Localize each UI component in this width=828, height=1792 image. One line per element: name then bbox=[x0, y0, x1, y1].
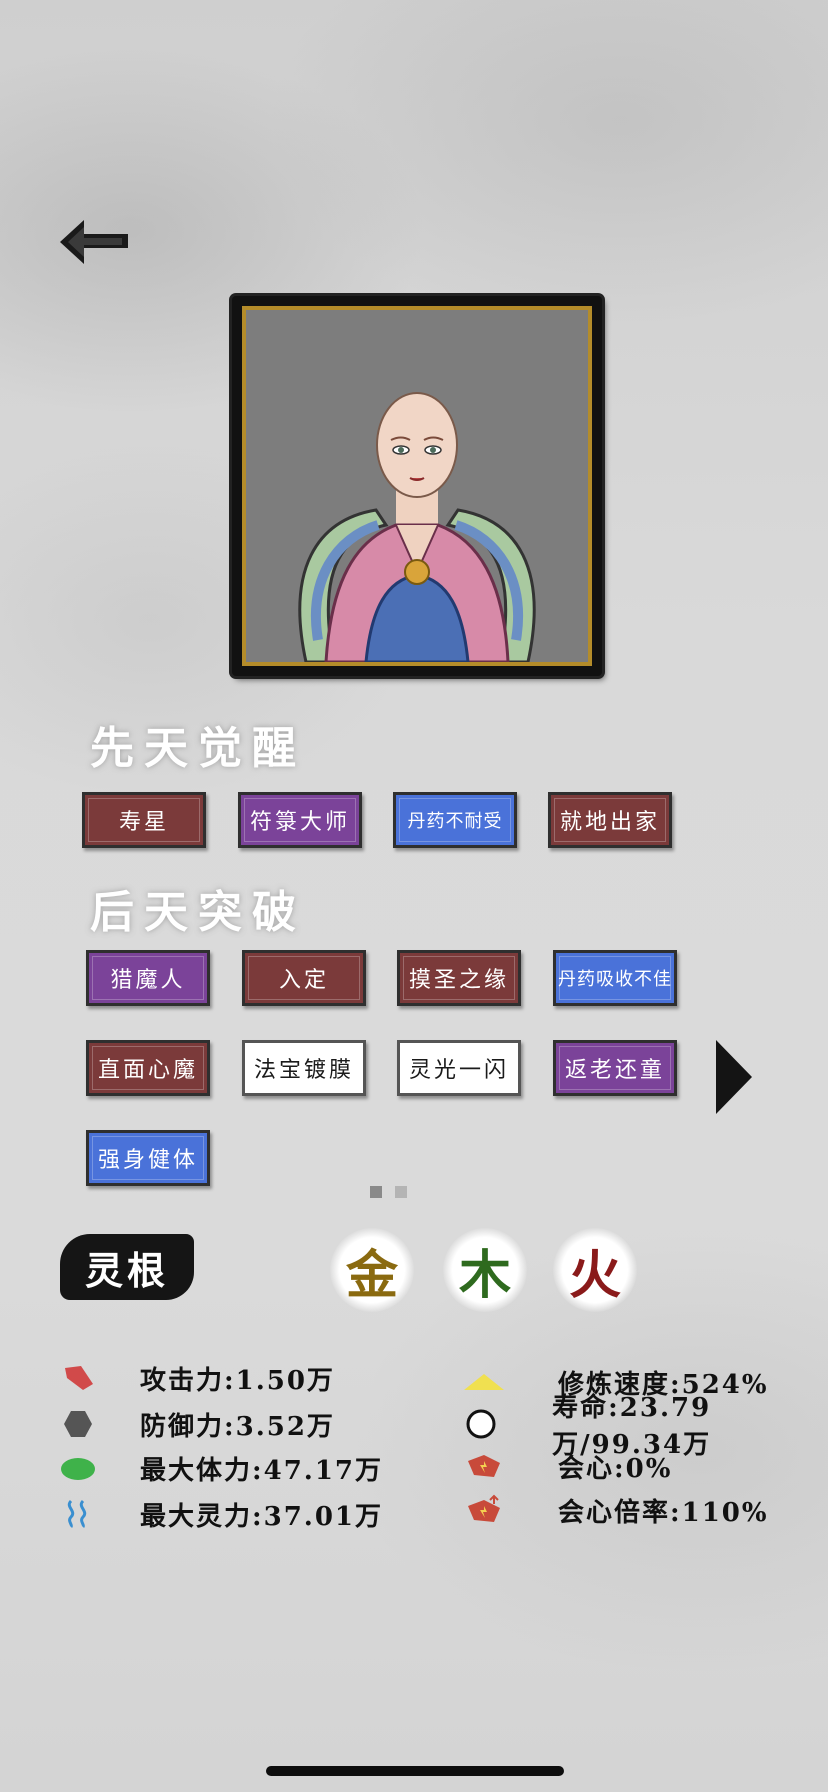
talent-tag[interactable]: 摸圣之缘 bbox=[397, 950, 521, 1006]
stat-critical-multiplier-text: 会心倍率:110% bbox=[558, 1497, 769, 1528]
stat-attack: 攻击力:1.50万 bbox=[56, 1358, 335, 1398]
character-portrait-frame bbox=[232, 296, 602, 676]
triangle-right-icon bbox=[716, 1040, 752, 1114]
talent-tag[interactable]: 入定 bbox=[242, 950, 366, 1006]
talent-tag[interactable]: 丹药不耐受 bbox=[393, 792, 517, 848]
talent-tag[interactable]: 就地出家 bbox=[548, 792, 672, 848]
page-dot-active[interactable] bbox=[370, 1186, 382, 1198]
stat-critical-multiplier: 会心倍率:110% bbox=[462, 1490, 769, 1530]
home-indicator[interactable] bbox=[266, 1766, 564, 1776]
stat-health: 最大体力:47.17万 bbox=[56, 1448, 383, 1488]
stat-lifespan: 寿命:23.79万/99.34万 bbox=[462, 1393, 828, 1460]
talent-tag[interactable]: 符箓大师 bbox=[238, 792, 362, 848]
stat-spirit: 最大灵力:37.01万 bbox=[56, 1494, 383, 1534]
talent-tag[interactable]: 法宝镀膜 bbox=[242, 1040, 366, 1096]
page-dot[interactable] bbox=[395, 1186, 407, 1198]
spirit-root-label: 灵根 bbox=[60, 1234, 194, 1300]
stat-defense-text: 防御力:3.52万 bbox=[140, 1411, 335, 1442]
element-wood: 木 bbox=[443, 1228, 527, 1312]
next-page-button[interactable] bbox=[714, 1038, 754, 1116]
attack-icon bbox=[56, 1358, 100, 1398]
stat-spirit-text: 最大灵力:37.01万 bbox=[140, 1501, 384, 1532]
critical-icon bbox=[462, 1446, 506, 1486]
talent-tag[interactable]: 猎魔人 bbox=[86, 950, 210, 1006]
health-icon bbox=[56, 1448, 100, 1488]
talent-tag[interactable]: 灵光一闪 bbox=[397, 1040, 521, 1096]
lifespan-icon bbox=[462, 1404, 500, 1444]
stat-critical-text: 会心:0% bbox=[558, 1453, 673, 1484]
cultivation-speed-icon bbox=[462, 1362, 506, 1402]
talent-tag[interactable]: 丹药吸收不佳 bbox=[553, 950, 677, 1006]
acquired-breakthrough-title: 后天突破 bbox=[90, 887, 306, 938]
stat-defense: 防御力:3.52万 bbox=[56, 1404, 335, 1444]
talent-tag[interactable]: 寿星 bbox=[82, 792, 206, 848]
stat-critical: 会心:0% bbox=[462, 1446, 672, 1486]
defense-icon bbox=[56, 1404, 100, 1444]
arrow-left-icon bbox=[60, 220, 128, 264]
stat-attack-text: 攻击力:1.50万 bbox=[140, 1365, 335, 1396]
element-wood-char: 木 bbox=[458, 1244, 511, 1306]
talent-tag[interactable]: 返老还童 bbox=[553, 1040, 677, 1096]
character-portrait bbox=[242, 306, 592, 666]
back-arrow-button[interactable] bbox=[58, 214, 130, 270]
element-gold-char: 金 bbox=[345, 1244, 398, 1306]
element-gold: 金 bbox=[330, 1228, 414, 1312]
element-fire: 火 bbox=[553, 1228, 637, 1312]
innate-awakening-title: 先天觉醒 bbox=[90, 723, 306, 774]
critical-multiplier-icon bbox=[462, 1490, 506, 1530]
talent-tag[interactable]: 强身健体 bbox=[86, 1130, 210, 1186]
stat-health-text: 最大体力:47.17万 bbox=[140, 1455, 384, 1486]
spirit-icon bbox=[56, 1494, 100, 1534]
talent-tag[interactable]: 直面心魔 bbox=[86, 1040, 210, 1096]
element-fire-char: 火 bbox=[568, 1244, 621, 1306]
